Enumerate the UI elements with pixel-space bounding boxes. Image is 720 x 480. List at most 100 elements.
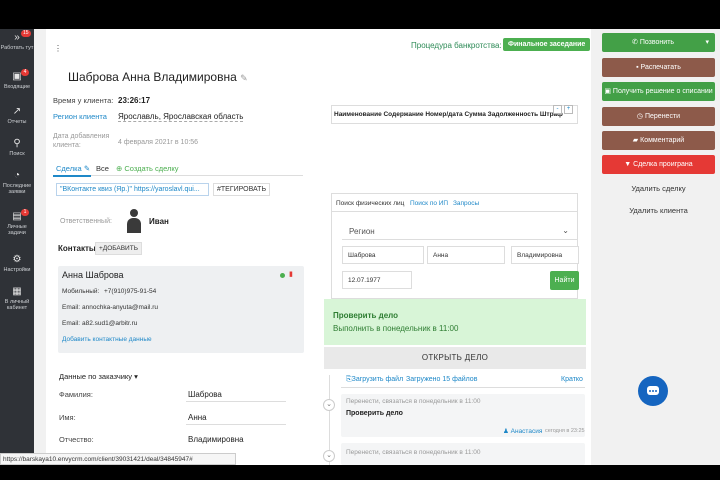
sidebar-item-cabinet[interactable]: ▦ В личный кабинет bbox=[0, 286, 34, 312]
sidebar-item-label: Отчеты bbox=[7, 119, 27, 125]
sidebar: » 15 Работать тут ▣ 4 Входящие ↗ Отчеты … bbox=[0, 29, 34, 465]
table-add-column-button[interactable]: + bbox=[564, 105, 573, 114]
comment-icon: ▰ bbox=[632, 137, 639, 144]
main-panel: ⋮ Процедура банкротства: Финальное засед… bbox=[46, 29, 591, 465]
upload-file-link[interactable]: ⎘Загрузить файл bbox=[346, 376, 403, 384]
tab-all[interactable]: Все bbox=[96, 164, 109, 173]
browser-frame: » 15 Работать тут ▣ 4 Входящие ↗ Отчеты … bbox=[0, 0, 720, 480]
add-contact-data-link[interactable]: Добавить контактные данные bbox=[62, 336, 152, 343]
responsible-label: Ответственный: bbox=[60, 218, 112, 225]
find-button[interactable]: Найти bbox=[550, 271, 579, 290]
tag-button[interactable]: #ТЕГИРОВАТЬ bbox=[213, 183, 271, 196]
lock-icon: ▣ bbox=[604, 88, 611, 95]
get-decision-button[interactable]: ▣ Получить решение о списании bbox=[602, 82, 715, 101]
brief-toggle-link[interactable]: Кратко bbox=[561, 376, 583, 383]
responsible-name: Иван bbox=[149, 217, 169, 226]
open-deal-button[interactable]: ОТКРЫТЬ ДЕЛО bbox=[324, 347, 586, 369]
sidebar-item-work[interactable]: » 15 Работать тут bbox=[0, 30, 34, 51]
user-icon: ♟ bbox=[503, 428, 509, 435]
delete-deal-button[interactable]: Удалить сделку bbox=[602, 184, 715, 193]
edit-pencil-icon[interactable]: ✎ bbox=[240, 73, 248, 83]
print-button[interactable]: ▪ Распечатать bbox=[602, 58, 715, 77]
table-toggle-button[interactable]: - bbox=[553, 105, 562, 114]
cabinet-icon: ▦ bbox=[12, 286, 22, 297]
person-search-panel: Поиск физических лиц Поиск по ИП Запросы… bbox=[331, 193, 579, 299]
reschedule-button[interactable]: ◷ Перенести bbox=[602, 107, 715, 126]
plus-circle-icon: ⊕ bbox=[116, 164, 123, 173]
sidebar-item-recent[interactable]: ◔ Последние заявки bbox=[0, 170, 34, 196]
email1-label: Email: bbox=[62, 304, 81, 311]
birth-date-field[interactable]: 12.07.1977 bbox=[342, 271, 412, 289]
timeline-chevron-icon[interactable]: ⌄ bbox=[323, 450, 335, 462]
stage-badge[interactable]: Финальное заседание bbox=[503, 38, 591, 51]
tab-search-persons[interactable]: Поиск физических лиц bbox=[336, 200, 404, 207]
feed-text: Проверить дело bbox=[346, 410, 403, 417]
get-decision-label: Получить решение о списании bbox=[612, 88, 713, 95]
mobile-label: Мобильный: bbox=[62, 288, 100, 295]
customer-section-title[interactable]: Данные по заказчику ▾ bbox=[59, 372, 138, 381]
feed-note: Перенести, связаться в понедельник в 11:… bbox=[346, 449, 481, 456]
timeline-chevron-icon[interactable]: ⌄ bbox=[323, 399, 335, 411]
last-name-field[interactable]: Шаброва bbox=[342, 246, 424, 264]
region-label[interactable]: Регион клиента bbox=[53, 112, 107, 121]
caret-down-icon: ▾ bbox=[705, 39, 709, 46]
tab-create-deal[interactable]: ⊕ Создать сделку bbox=[116, 164, 179, 173]
inbox-badge: 4 bbox=[21, 69, 29, 76]
source-tag[interactable]: "ВКонтакте квиз (Яр.)" https://yaroslavl… bbox=[56, 183, 209, 196]
history-icon: ◔ bbox=[13, 170, 21, 181]
customer-field-label: Фамилия: bbox=[59, 390, 93, 399]
delete-icon[interactable]: ▮ bbox=[289, 270, 293, 278]
middle-name-field[interactable]: Владимировна bbox=[511, 246, 579, 264]
chat-widget-button[interactable] bbox=[638, 376, 668, 406]
pencil-icon: ✎ bbox=[83, 164, 91, 173]
email2-value[interactable]: a82.sud1@arbitr.ru bbox=[82, 320, 137, 327]
region-select-value: Регион bbox=[349, 227, 375, 236]
sidebar-item-label: Личные задачи bbox=[7, 224, 27, 236]
sidebar-item-settings[interactable]: ⚙ Настройки bbox=[0, 255, 34, 274]
sidebar-item-reports[interactable]: ↗ Отчеты bbox=[0, 106, 34, 126]
deal-lost-button[interactable]: ▼ Сделка проиграна bbox=[602, 155, 715, 174]
region-select[interactable]: Регион ⌄ bbox=[342, 222, 577, 240]
procedure-label: Процедура банкротства: bbox=[411, 41, 502, 50]
call-button[interactable]: ✆ Позвонить ▾ bbox=[602, 33, 715, 52]
sidebar-item-label: Работать тут bbox=[0, 45, 34, 51]
uploaded-files-link[interactable]: Загружено 15 файлов bbox=[406, 376, 477, 383]
tab-deal[interactable]: Сделка ✎ bbox=[56, 164, 90, 173]
mobile-value[interactable]: +7(910)975-91-54 bbox=[104, 288, 156, 295]
field-underline bbox=[186, 424, 286, 425]
feed-author[interactable]: ♟ Анастасия bbox=[503, 427, 542, 435]
contacts-title: Контакты bbox=[58, 244, 96, 253]
sidebar-item-search[interactable]: ⚲ Поиск bbox=[0, 139, 34, 158]
client-name-text: Шаброва Анна Владимировна bbox=[68, 70, 237, 84]
add-contact-button[interactable]: +ДОБАВИТЬ bbox=[95, 242, 142, 255]
email2-label: Email: bbox=[62, 320, 81, 327]
contact-card: Анна Шаброва ▮ Мобильный: +7(910)975-91-… bbox=[58, 266, 304, 353]
more-menu-icon[interactable]: ⋮ bbox=[54, 44, 62, 53]
feed-note: Перенести, связаться в понедельник в 11:… bbox=[346, 398, 481, 405]
feed-author-name: Анастасия bbox=[510, 428, 543, 435]
first-name-field[interactable]: Анна bbox=[427, 246, 505, 264]
email1-value[interactable]: annochka-anyuta@mail.ru bbox=[82, 304, 158, 311]
region-value[interactable]: Ярославль, Ярославская область bbox=[118, 112, 244, 122]
delete-client-button[interactable]: Удалить клиента bbox=[602, 206, 715, 215]
chevron-down-icon: ⌄ bbox=[562, 226, 569, 235]
comment-label: Комментарий bbox=[640, 137, 685, 144]
chart-icon: ↗ bbox=[12, 106, 22, 117]
customer-field-value[interactable]: Шаброва bbox=[188, 390, 222, 399]
active-tab-underline bbox=[53, 175, 91, 177]
comment-button[interactable]: ▰ Комментарий bbox=[602, 131, 715, 150]
tab-requests[interactable]: Запросы bbox=[453, 200, 479, 207]
customer-field-value[interactable]: Владимировна bbox=[188, 435, 244, 444]
task-card: Проверить дело Выполнить в понедельник в… bbox=[324, 299, 586, 345]
feed-time: сегодня в 23:25 bbox=[545, 428, 585, 434]
added-label: Дата добавления клиента: bbox=[53, 133, 110, 149]
feed-entry: Перенести, связаться в понедельник в 11:… bbox=[341, 394, 585, 437]
field-underline bbox=[186, 401, 286, 402]
sidebar-item-tasks[interactable]: ▤ 1 Личные задачи bbox=[0, 209, 34, 236]
sidebar-item-inbox[interactable]: ▣ 4 Входящие bbox=[0, 69, 34, 90]
tab-deal-label: Сделка bbox=[56, 164, 82, 173]
tab-search-ip[interactable]: Поиск по ИП bbox=[410, 200, 448, 207]
sidebar-item-label: Последние заявки bbox=[2, 183, 32, 195]
customer-field-value[interactable]: Анна bbox=[188, 413, 207, 422]
chat-bubble-icon bbox=[647, 386, 659, 395]
